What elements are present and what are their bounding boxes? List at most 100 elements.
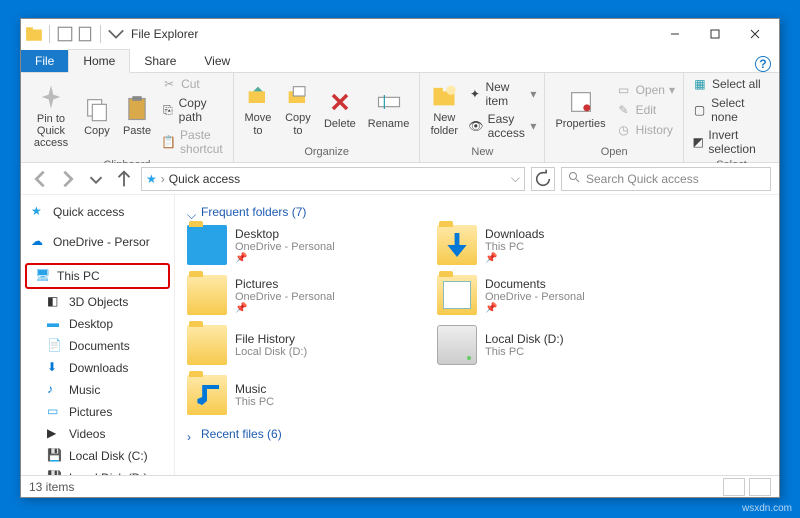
download-icon: ⬇ [47, 360, 63, 376]
forward-button[interactable] [57, 168, 79, 190]
minimize-button[interactable] [655, 20, 695, 48]
delete-button[interactable]: Delete [320, 86, 360, 132]
folder-location: OneDrive - Personal [485, 291, 585, 303]
folder-item[interactable]: DownloadsThis PC📌 [435, 223, 665, 267]
nav-documents[interactable]: 📄Documents [23, 335, 172, 357]
close-button[interactable] [735, 20, 775, 48]
easy-access-icon: 👁 [468, 118, 483, 134]
address-field[interactable]: ★ › Quick access ⌵ [141, 167, 525, 191]
copy-button[interactable]: Copy [79, 93, 115, 139]
ribbon-group-organize: Move to Copy to Delete Rename Organize [234, 73, 420, 162]
folder-location: This PC [485, 346, 564, 358]
folder-icon [187, 275, 227, 315]
new-folder-button[interactable]: New folder [426, 80, 462, 138]
folder-item[interactable]: DesktopOneDrive - Personal📌 [185, 223, 415, 267]
rename-icon [375, 88, 403, 116]
nav-desktop[interactable]: ▬Desktop [23, 313, 172, 335]
view-icons-button[interactable] [749, 478, 771, 496]
back-button[interactable] [29, 168, 51, 190]
nav-videos[interactable]: ▶Videos [23, 423, 172, 445]
folder-location: OneDrive - Personal [235, 291, 335, 303]
folder-icon [437, 275, 477, 315]
maximize-button[interactable] [695, 20, 735, 48]
cut-button[interactable]: ✂Cut [159, 75, 227, 93]
edit-icon: ✎ [616, 102, 632, 118]
folder-name: Downloads [485, 227, 544, 241]
cut-icon: ✂ [161, 76, 177, 92]
ribbon-group-open: Properties ▭Open ▾ ✎Edit ◷History Open [545, 73, 684, 162]
folder-location: OneDrive - Personal [235, 241, 335, 253]
tab-file[interactable]: File [21, 50, 68, 72]
item-count: 13 items [29, 480, 74, 494]
cube-icon: ◧ [47, 294, 63, 310]
search-input[interactable]: Search Quick access [561, 167, 771, 191]
move-to-button[interactable]: Move to [240, 80, 276, 138]
delete-icon [326, 88, 354, 116]
help-button[interactable]: ? [755, 56, 771, 72]
chevron-down-icon[interactable]: ⌵ [511, 171, 520, 186]
qat-properties-icon[interactable] [56, 25, 74, 43]
picture-icon: ▭ [47, 404, 63, 420]
chevron-right-icon: › [187, 430, 195, 438]
star-icon: ★ [146, 172, 157, 186]
status-bar: 13 items [21, 475, 779, 497]
breadcrumb[interactable]: Quick access [169, 172, 240, 186]
recent-button[interactable] [85, 168, 107, 190]
tab-share[interactable]: Share [130, 50, 190, 72]
folder-item[interactable]: Local Disk (D:)This PC [435, 323, 665, 367]
open-button[interactable]: ▭Open ▾ [614, 81, 677, 99]
copy-path-button[interactable]: ⎘Copy path [159, 95, 227, 125]
copy-to-button[interactable]: Copy to [280, 80, 316, 138]
nav-music[interactable]: ♪Music [23, 379, 172, 401]
properties-button[interactable]: Properties [551, 86, 609, 132]
folder-name: Pictures [235, 277, 335, 291]
view-details-button[interactable] [723, 478, 745, 496]
edit-button[interactable]: ✎Edit [614, 101, 677, 119]
pin-icon: 📌 [235, 303, 335, 314]
pin-icon [37, 83, 65, 111]
move-to-icon [244, 82, 272, 110]
select-all-button[interactable]: ▦Select all [690, 75, 773, 93]
history-button[interactable]: ◷History [614, 121, 677, 139]
folder-icon [187, 325, 227, 365]
folder-item[interactable]: File HistoryLocal Disk (D:) [185, 323, 415, 367]
ribbon-tabs: File Home Share View ? [21, 49, 779, 73]
nav-onedrive[interactable]: ☁OneDrive - Persor [23, 231, 172, 253]
paste-icon [123, 95, 151, 123]
invert-selection-button[interactable]: ◩Invert selection [690, 127, 773, 157]
new-item-button[interactable]: ✦New item ▾ [466, 79, 538, 109]
up-button[interactable] [113, 168, 135, 190]
nav-3d-objects[interactable]: ◧3D Objects [23, 291, 172, 313]
pin-to-quick-access-button[interactable]: Pin to Quick access [27, 81, 75, 151]
tab-home[interactable]: Home [68, 49, 130, 73]
refresh-button[interactable] [531, 167, 555, 191]
ribbon-group-clipboard: Pin to Quick access Copy Paste ✂Cut ⎘Cop… [21, 73, 234, 162]
folder-item[interactable]: PicturesOneDrive - Personal📌 [185, 273, 415, 317]
tab-view[interactable]: View [190, 50, 244, 72]
section-recent-files[interactable]: ›Recent files (6) [185, 423, 769, 445]
navigation-pane: ★Quick access ☁OneDrive - Persor 🖥This P… [21, 195, 175, 475]
folder-icon [437, 325, 477, 365]
nav-this-pc[interactable]: 🖥This PC [25, 263, 170, 289]
paste-button[interactable]: Paste [119, 93, 155, 139]
qat-new-icon[interactable] [76, 25, 94, 43]
folder-name: Documents [485, 277, 585, 291]
video-icon: ▶ [47, 426, 63, 442]
ribbon-group-label: Open [551, 144, 677, 160]
folder-name: File History [235, 332, 307, 346]
section-frequent-folders[interactable]: ⌵Frequent folders (7) [185, 201, 769, 223]
select-all-icon: ▦ [692, 76, 708, 92]
folder-item[interactable]: DocumentsOneDrive - Personal📌 [435, 273, 665, 317]
nav-downloads[interactable]: ⬇Downloads [23, 357, 172, 379]
qat-dropdown-icon[interactable] [107, 25, 125, 43]
easy-access-button[interactable]: 👁Easy access ▾ [466, 111, 538, 141]
nav-disk-d[interactable]: 💾Local Disk (D:) [23, 467, 172, 475]
nav-pictures[interactable]: ▭Pictures [23, 401, 172, 423]
nav-quick-access[interactable]: ★Quick access [23, 201, 172, 223]
folder-item[interactable]: MusicThis PC [185, 373, 415, 417]
desktop-icon: ▬ [47, 316, 63, 332]
rename-button[interactable]: Rename [364, 86, 414, 132]
nav-disk-c[interactable]: 💾Local Disk (C:) [23, 445, 172, 467]
select-none-button[interactable]: ▢Select none [690, 95, 773, 125]
paste-shortcut-button[interactable]: 📋Paste shortcut [159, 127, 227, 157]
